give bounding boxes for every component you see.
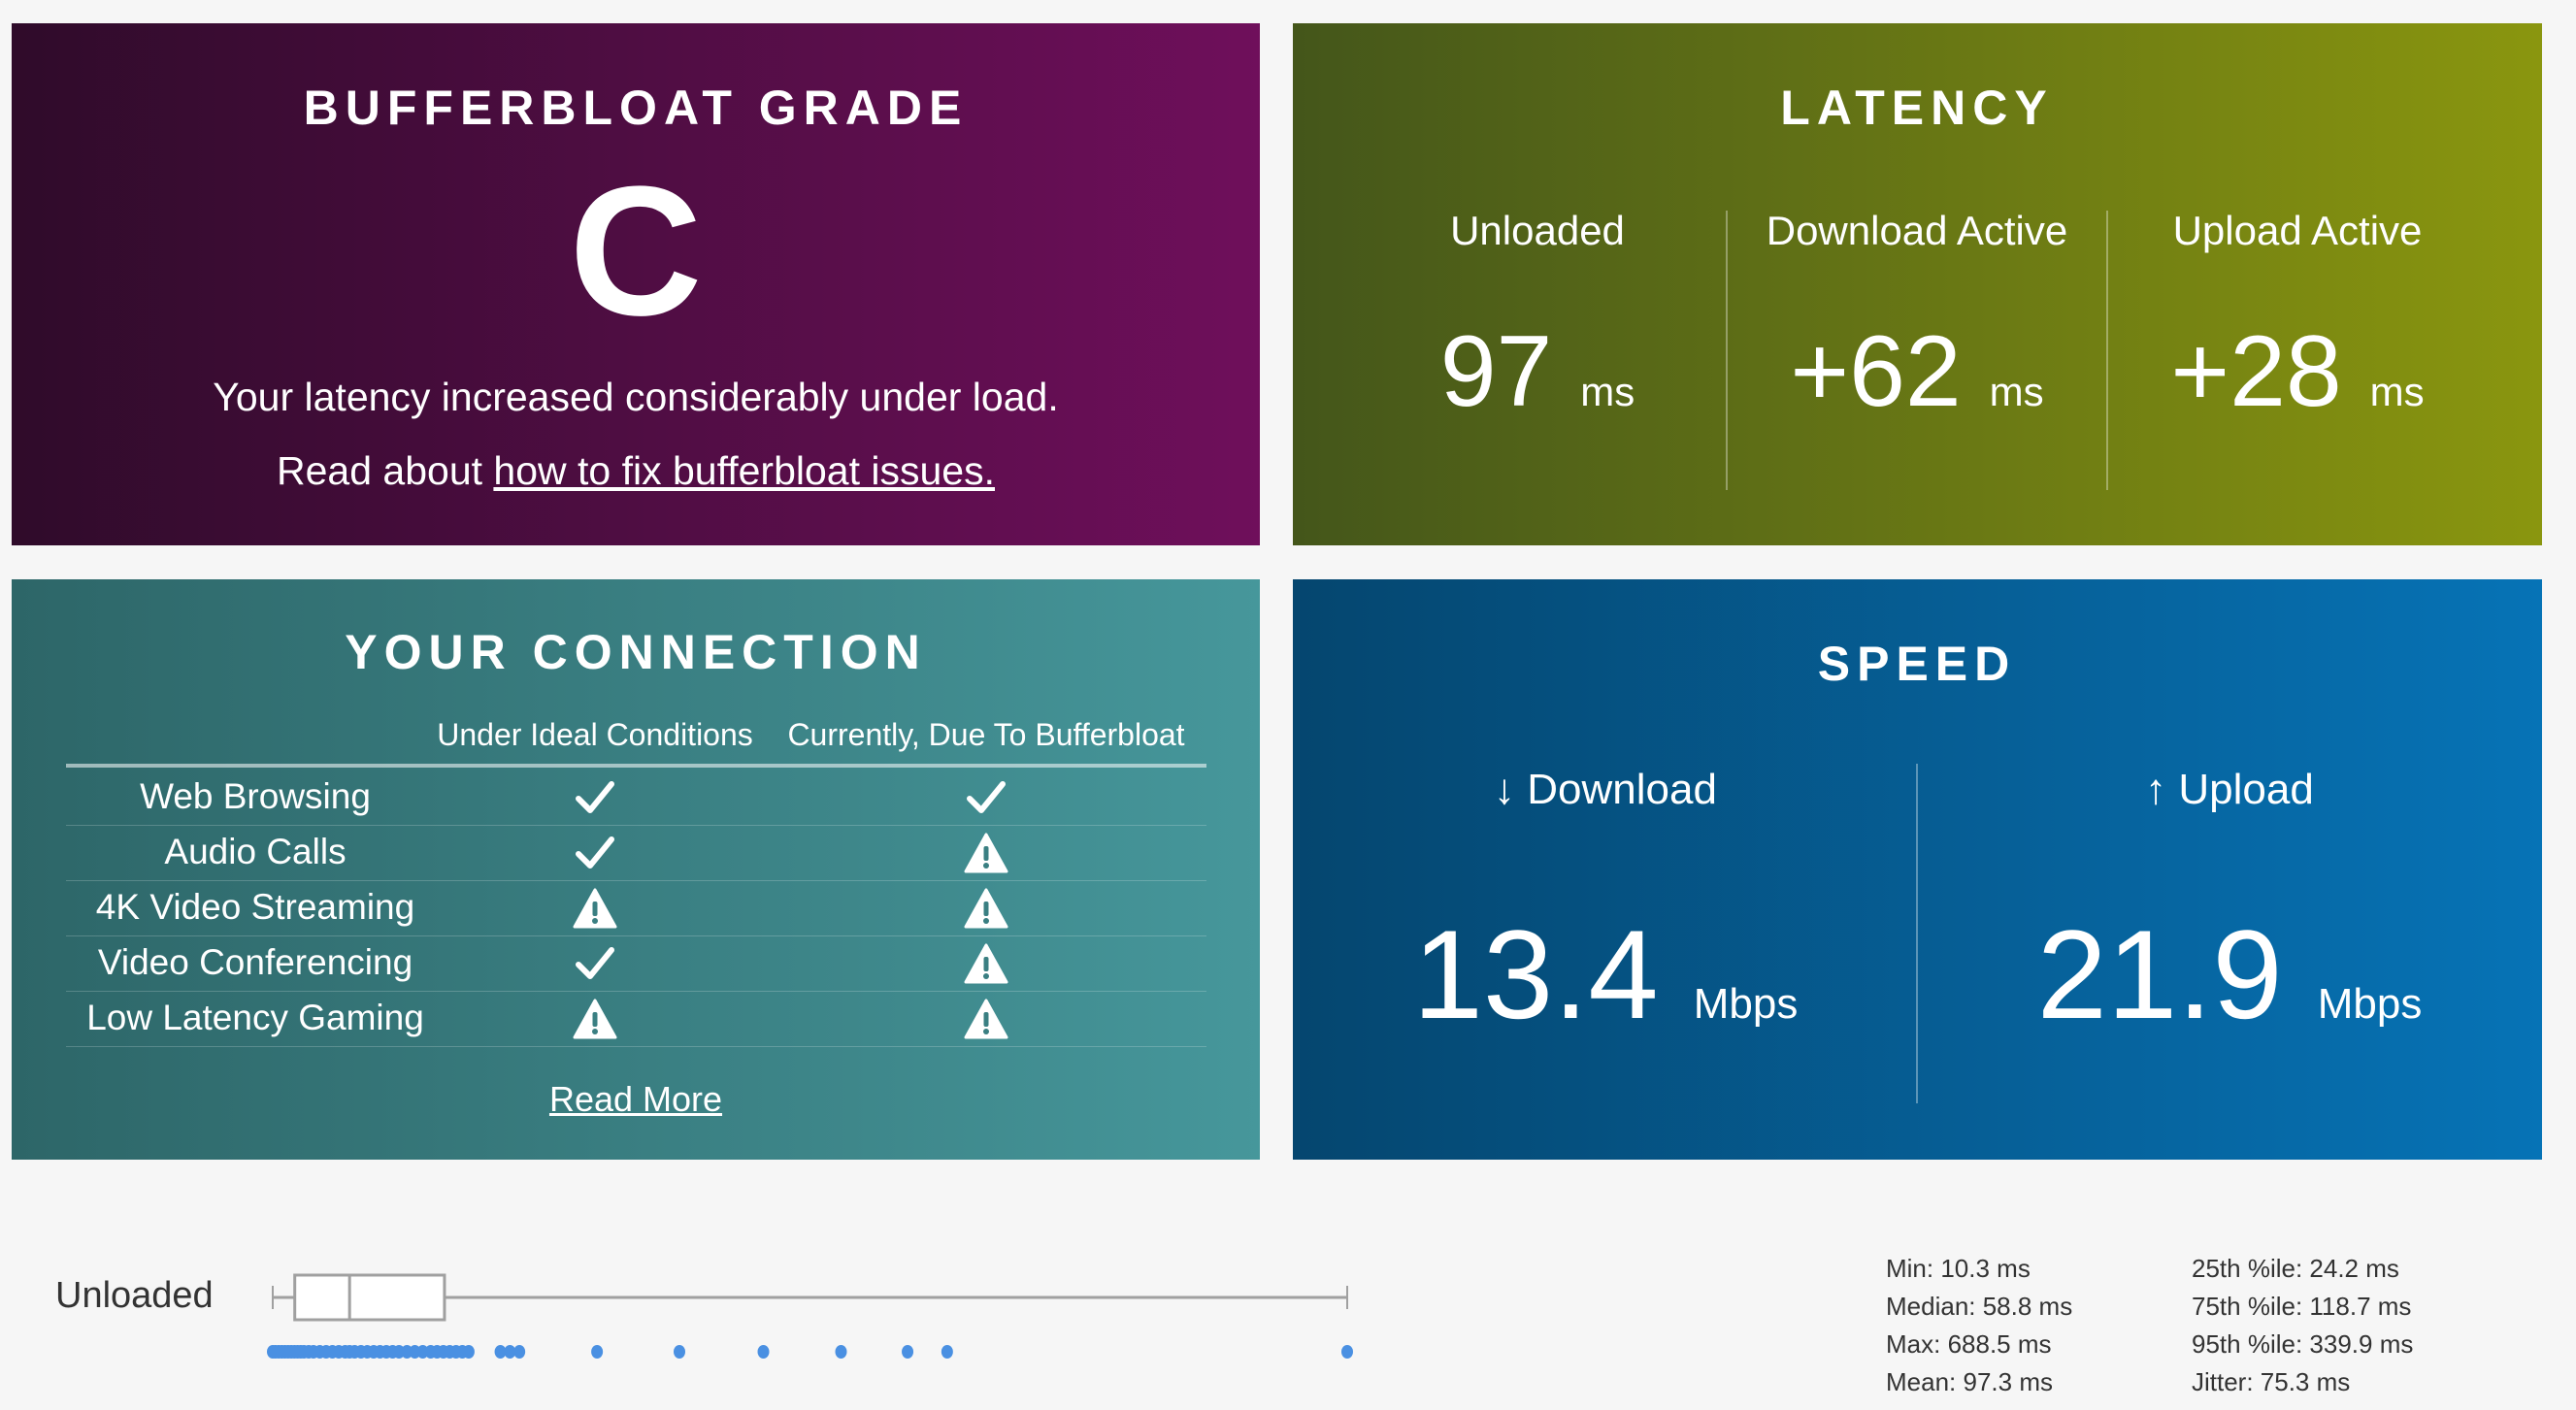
row-label: Web Browsing bbox=[140, 776, 371, 816]
data-point bbox=[941, 1345, 953, 1359]
stat-mean: Mean: 97.3 ms bbox=[1886, 1367, 2053, 1396]
latency-upload-label: Upload Active bbox=[2172, 208, 2423, 253]
unit: Mbps bbox=[2317, 980, 2423, 1028]
connection-row: Web Browsing bbox=[66, 771, 1206, 826]
stat-p75: 75th %ile: 118.7 ms bbox=[2192, 1292, 2412, 1321]
stat-median: Median: 58.8 ms bbox=[1886, 1292, 2073, 1321]
stat-p95: 95th %ile: 339.9 ms bbox=[2192, 1329, 2414, 1359]
unit: ms bbox=[2369, 369, 2425, 414]
stats-left: Min: 10.3 ms Median: 58.8 ms Max: 688.5 … bbox=[1886, 1250, 2072, 1401]
header-ideal: Under Ideal Conditions bbox=[437, 717, 753, 752]
speed-panel: SPEED ↓ Download ↑ Upload 13.4 Mbps 21.9… bbox=[1293, 579, 2542, 1160]
unit: Mbps bbox=[1693, 980, 1799, 1028]
speed-title: SPEED bbox=[1817, 637, 2017, 691]
divider bbox=[1726, 211, 1728, 490]
row-label: 4K Video Streaming bbox=[95, 887, 415, 927]
iqr-box bbox=[293, 1273, 446, 1322]
data-point bbox=[591, 1345, 604, 1359]
value: +62 bbox=[1790, 315, 1962, 428]
header-divider bbox=[66, 764, 1206, 768]
grade-title: BUFFERBLOAT GRADE bbox=[303, 81, 969, 135]
row-label: Low Latency Gaming bbox=[86, 998, 424, 1037]
warning-icon bbox=[964, 998, 1008, 1040]
connection-title: YOUR CONNECTION bbox=[345, 625, 927, 679]
check-icon bbox=[573, 942, 617, 985]
grade-message: Your latency increased considerably unde… bbox=[213, 375, 1059, 419]
row-label: Audio Calls bbox=[164, 832, 347, 871]
check-icon bbox=[573, 832, 617, 874]
data-point bbox=[513, 1345, 526, 1359]
connection-row: 4K Video Streaming bbox=[66, 881, 1206, 936]
data-point bbox=[1341, 1345, 1353, 1359]
unloaded-box-plot bbox=[267, 1273, 1353, 1359]
read-about-prefix: Read about bbox=[277, 448, 494, 493]
warning-icon bbox=[964, 942, 1008, 985]
warning-icon bbox=[573, 998, 617, 1040]
latency-unloaded-label: Unloaded bbox=[1450, 208, 1625, 253]
upload-value: 21.9 Mbps bbox=[2037, 902, 2423, 1047]
data-point bbox=[902, 1345, 914, 1359]
data-point bbox=[757, 1345, 770, 1359]
read-about-line: Read about how to fix bufferbloat issues… bbox=[277, 448, 995, 494]
stat-jitter: Jitter: 75.3 ms bbox=[2192, 1367, 2351, 1396]
upload-label: ↑ Upload bbox=[2145, 766, 2314, 813]
stat-max: Max: 688.5 ms bbox=[1886, 1329, 2052, 1359]
check-icon bbox=[573, 776, 617, 819]
download-label: ↓ Download bbox=[1494, 766, 1717, 813]
value: 21.9 bbox=[2036, 903, 2283, 1045]
data-point bbox=[674, 1345, 686, 1359]
stats-right: 25th %ile: 24.2 ms 75th %ile: 118.7 ms 9… bbox=[2192, 1250, 2413, 1401]
download-value: 13.4 Mbps bbox=[1413, 902, 1799, 1047]
unit: ms bbox=[1989, 369, 2044, 414]
unit: ms bbox=[1580, 369, 1635, 414]
value: +28 bbox=[2170, 315, 2342, 428]
warning-icon bbox=[964, 832, 1008, 874]
value: 13.4 bbox=[1412, 903, 1659, 1045]
your-connection-panel: YOUR CONNECTION Under Ideal Conditions C… bbox=[12, 579, 1260, 1160]
latency-download-value: +62 ms bbox=[1790, 314, 2043, 430]
stat-min: Min: 10.3 ms bbox=[1886, 1254, 2031, 1283]
read-more-link[interactable]: Read More bbox=[549, 1079, 722, 1119]
warning-icon bbox=[573, 887, 617, 930]
data-point bbox=[835, 1345, 847, 1359]
read-more-wrap: Read More bbox=[549, 1079, 722, 1120]
row-label: Video Conferencing bbox=[97, 942, 413, 982]
latency-download-label: Download Active bbox=[1766, 208, 2068, 253]
stat-p25: 25th %ile: 24.2 ms bbox=[2192, 1254, 2399, 1283]
latency-title: LATENCY bbox=[1780, 81, 2054, 135]
connection-row: Low Latency Gaming bbox=[66, 992, 1206, 1047]
latency-unloaded-value: 97 ms bbox=[1440, 314, 1635, 430]
connection-row: Audio Calls bbox=[66, 826, 1206, 881]
fix-bufferbloat-link[interactable]: how to fix bufferbloat issues. bbox=[493, 448, 995, 493]
check-icon bbox=[964, 776, 1008, 819]
data-point bbox=[462, 1345, 475, 1359]
connection-row: Video Conferencing bbox=[66, 936, 1206, 992]
bufferbloat-grade-panel: BUFFERBLOAT GRADE C Your latency increas… bbox=[12, 23, 1260, 545]
header-current: Currently, Due To Bufferbloat bbox=[787, 717, 1185, 752]
warning-icon bbox=[964, 887, 1008, 930]
grade-letter: C bbox=[569, 148, 703, 354]
latency-upload-value: +28 ms bbox=[2170, 314, 2424, 430]
value: 97 bbox=[1439, 315, 1553, 428]
divider bbox=[1916, 764, 1918, 1103]
latency-panel: LATENCY Unloaded Download Active Upload … bbox=[1293, 23, 2542, 545]
divider bbox=[2106, 211, 2108, 490]
